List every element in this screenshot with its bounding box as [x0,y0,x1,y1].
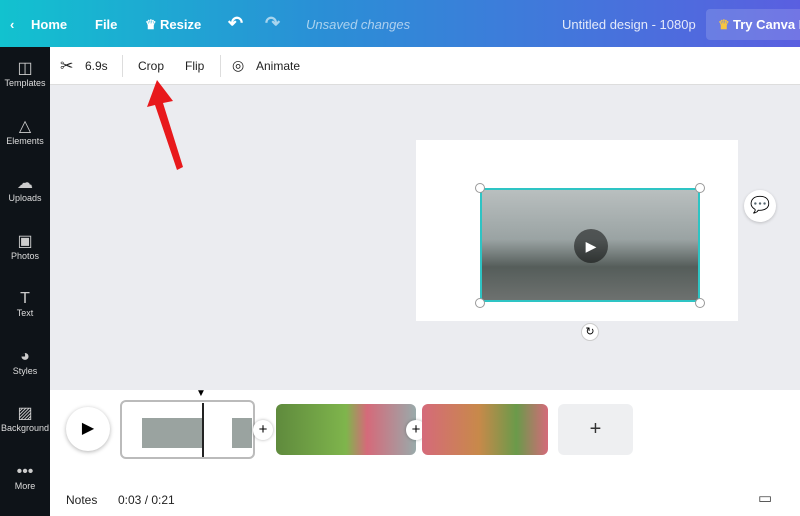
video-element[interactable]: ▶ [480,188,700,302]
design-title[interactable]: Untitled design - 1080p [562,17,696,32]
file-menu[interactable]: File [95,17,117,32]
crown-icon: ♛ [718,17,730,32]
sidebar-item-background[interactable]: ▨ Background [0,392,50,450]
timeline-clip-1[interactable] [120,400,255,459]
sidebar-item-uploads[interactable]: ☁ Uploads [0,162,50,220]
try-pro-button[interactable]: ♛ Try Canva Pro [706,9,800,40]
redo-icon[interactable]: ↷ [265,13,280,34]
comment-icon[interactable]: 💬 [744,190,776,222]
timeline-clip-3[interactable] [422,404,548,455]
sidebar-item-more[interactable]: ••• More [0,450,50,508]
notes-button[interactable]: Notes [66,493,97,507]
home-button[interactable]: Home [31,17,67,32]
text-icon: T [20,290,30,307]
timeline: ▼ ▶ + + + Notes 0:03 / 0:21 ▭ [50,388,800,516]
play-icon[interactable]: ▶ [574,229,608,263]
image-icon: ▣ [17,232,33,250]
crop-button[interactable]: Crop [138,59,164,73]
red-arrow-annotation [147,80,183,170]
resize-button[interactable]: Resize [160,17,201,32]
shapes-icon: △ [18,117,32,135]
animate-button[interactable]: Animate [256,59,300,73]
palette-icon: ◕ [20,347,30,365]
sidebar-item-text[interactable]: T Text [0,277,50,335]
animate-icon: ◎ [232,57,245,73]
cloud-upload-icon: ☁ [17,175,33,192]
template-icon: ◫ [17,60,33,77]
rotate-icon[interactable]: ↻ [581,323,599,341]
sidebar: ◫ Templates △ Elements ☁ Uploads ▣ Photos TT… [0,47,50,516]
grid-view-icon[interactable]: ▭ [758,489,772,507]
trim-duration[interactable]: 6.9s [85,59,108,73]
sidebar-item-elements[interactable]: △ Elements [0,105,50,163]
crown-icon: ♛ [145,17,157,32]
hatch-icon: ▨ [17,405,33,422]
sidebar-item-photos[interactable]: ▣ Photos [0,220,50,278]
timeline-clip-2[interactable] [276,404,416,455]
play-button[interactable]: ▶ [66,407,110,451]
save-status: Unsaved changes [306,17,411,32]
top-bar: ‹ Home File ♛ Resize ↶ ↷ Unsaved changes… [0,0,800,47]
sidebar-item-templates[interactable]: ◫ Templates [0,47,50,105]
scissors-icon[interactable]: ✂ [60,56,73,76]
time-readout: 0:03 / 0:21 [118,493,175,507]
flip-button[interactable]: Flip [185,59,204,73]
add-page-button[interactable]: + [558,404,633,455]
playhead-icon[interactable]: ▼ [196,388,206,399]
add-transition-button[interactable]: + [253,420,273,440]
undo-icon[interactable]: ↶ [228,13,243,34]
dots-icon: ••• [16,462,34,480]
back-chevron-icon[interactable]: ‹ [10,17,14,32]
sidebar-item-styles[interactable]: ◕ Styles [0,335,50,393]
